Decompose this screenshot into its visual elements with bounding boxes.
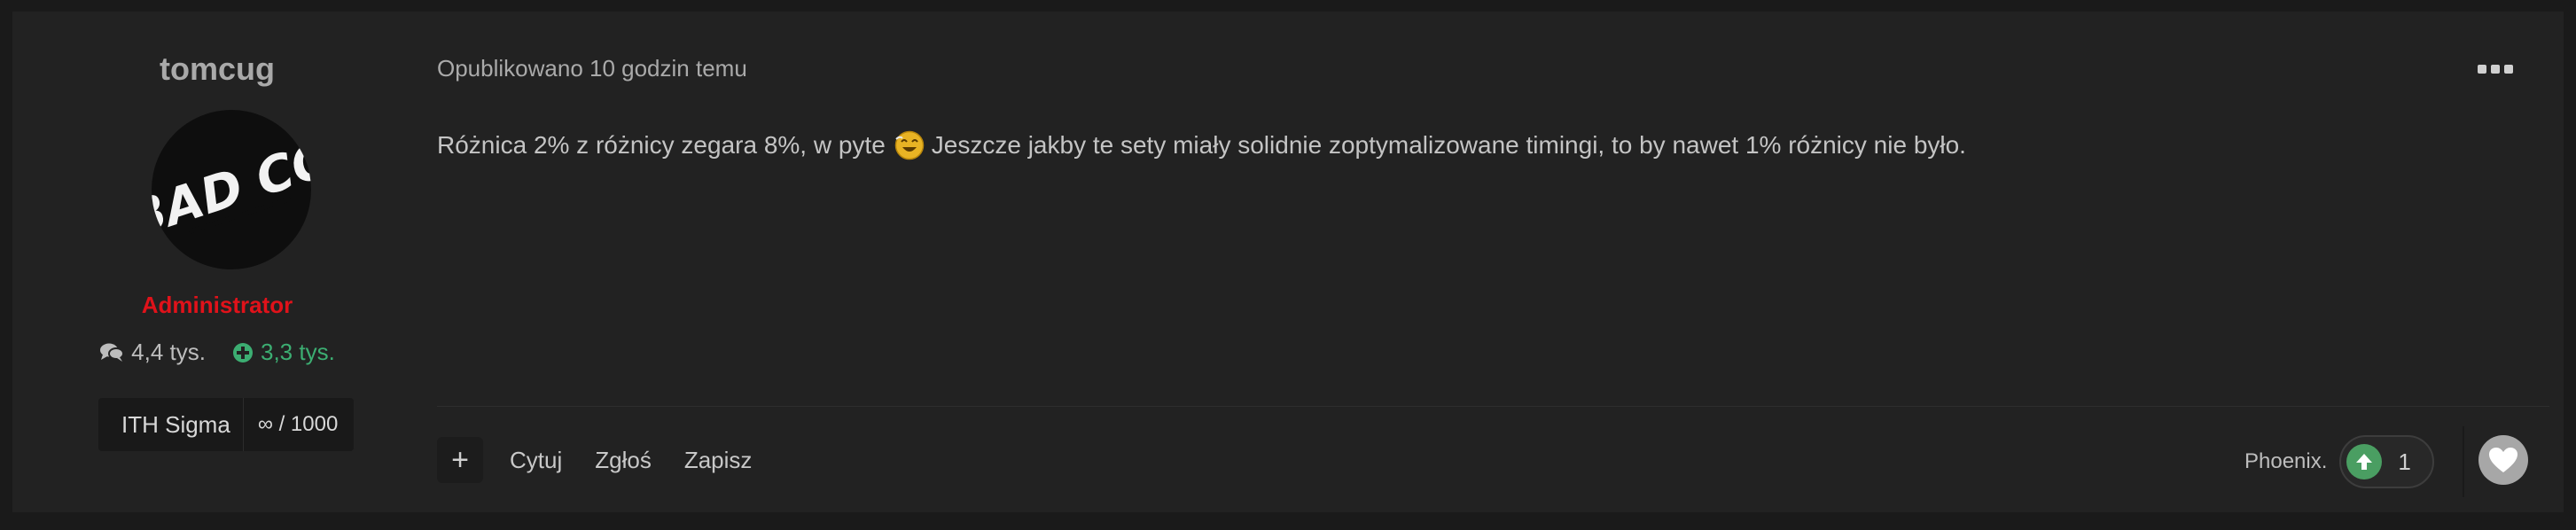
avatar[interactable]: BAD CO [152,110,311,269]
rank-badge-points: ∞ / 1000 [242,398,355,451]
reputation: 3,3 tys. [232,339,335,366]
post-content: Różnica 2% z różnicy zegara 8%, w pyte J… [437,130,1966,160]
dot-icon [2491,65,2500,74]
reactions-summary: Phoenix. 1 [2244,435,2434,488]
rank-badge[interactable]: ITH Sigma ∞ / 1000 [98,398,355,451]
reaction-pill[interactable]: 1 [2339,435,2434,488]
report-button[interactable]: Zgłoś [595,447,652,474]
post-text-part2: Jeszcze jakby te sety miały solidnie zop… [931,131,1966,159]
dot-icon [2504,65,2513,74]
rank-badge-name: ITH Sigma [121,410,230,438]
quote-button[interactable]: Cytuj [510,447,562,474]
react-button[interactable] [2478,435,2528,485]
avatar-logo: BAD CO [152,129,311,249]
dot-icon [2478,65,2486,74]
reputation-value: 3,3 tys. [261,339,335,365]
post-text-part1: Różnica 2% z różnicy zegara 8%, w pyte [437,131,886,159]
posts-count: 4,4 tys. [99,339,206,366]
plus-circle-icon [233,342,253,362]
reaction-count: 1 [2398,448,2411,475]
post-timestamp[interactable]: Opublikowano 10 godzin temu [437,55,747,82]
save-button[interactable]: Zapisz [684,447,753,474]
more-options-button[interactable] [2478,58,2513,80]
author-panel: tomcug BAD CO Administrator 4,4 tys. 3,3… [12,12,422,512]
laughing-emoji-icon [894,130,925,160]
reaction-separator [2463,426,2464,497]
post-divider [437,406,2549,407]
upvote-icon [2346,444,2383,479]
multiquote-button[interactable]: + [437,437,483,483]
forum-post: tomcug BAD CO Administrator 4,4 tys. 3,3… [12,12,2564,512]
posts-count-value: 4,4 tys. [131,339,206,365]
comments-icon [100,343,125,362]
author-stats: 4,4 tys. 3,3 tys. [12,339,422,366]
reacted-by-link[interactable]: Phoenix. [2244,449,2327,474]
post-actions: + Cytuj Zgłoś Zapisz [437,433,785,487]
author-username[interactable]: tomcug [12,51,422,88]
author-role: Administrator [141,292,293,318]
avatar-logo-text: BAD CO [152,129,311,249]
heart-icon [2489,448,2517,472]
